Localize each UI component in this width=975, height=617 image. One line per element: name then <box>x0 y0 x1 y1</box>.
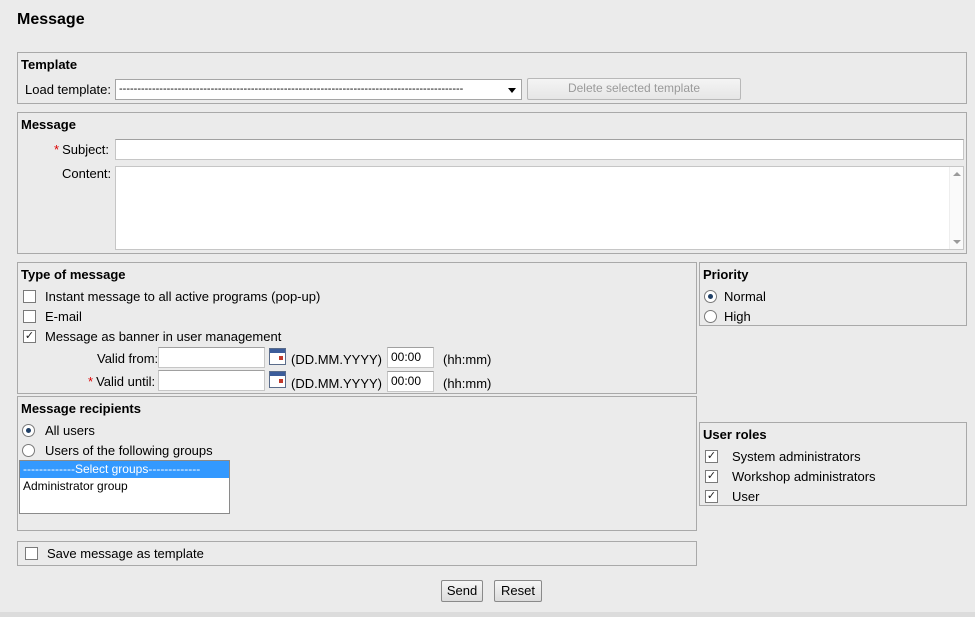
chevron-down-icon <box>508 88 516 93</box>
load-template-select[interactable]: ----------------------------------------… <box>115 79 522 100</box>
valid-from-time-format: (hh:mm) <box>443 352 492 367</box>
priority-section-title: Priority <box>703 267 749 282</box>
banner-checkbox[interactable]: ✓ <box>23 330 36 343</box>
groups-option-administrator[interactable]: Administrator group <box>20 478 229 495</box>
message-section: Message * Subject: Content: <box>17 112 967 254</box>
role-user-label: User <box>732 489 760 504</box>
template-section: Template Load template: ----------------… <box>17 52 967 104</box>
valid-until-date-format: (DD.MM.YYYY) <box>291 376 382 391</box>
banner-label: Message as banner in user management <box>45 329 282 344</box>
save-template-checkbox[interactable] <box>25 547 38 560</box>
valid-from-date-input[interactable] <box>158 347 265 368</box>
save-template-section: Save message as template <box>17 541 697 566</box>
content-label: Content: <box>62 166 112 181</box>
content-scrollbar[interactable] <box>949 167 963 249</box>
role-system-admin-label: System administrators <box>732 449 861 464</box>
load-template-label: Load template: <box>25 82 112 97</box>
priority-high-radio[interactable] <box>704 310 717 323</box>
role-user-checkbox[interactable]: ✓ <box>705 490 718 503</box>
scroll-down-icon[interactable] <box>953 240 961 244</box>
instant-message-label: Instant message to all active programs (… <box>45 289 321 304</box>
priority-normal-label: Normal <box>724 289 766 304</box>
priority-high-label: High <box>724 309 751 324</box>
valid-until-time-input[interactable]: 00:00 <box>387 371 434 392</box>
calendar-icon[interactable] <box>269 348 286 365</box>
type-section-title: Type of message <box>21 267 126 282</box>
valid-until-time-format: (hh:mm) <box>443 376 492 391</box>
group-users-radio[interactable] <box>22 444 35 457</box>
page-title: Message <box>17 11 85 28</box>
groups-option-select[interactable]: -------------Select groups------------- <box>20 461 229 478</box>
user-roles-section: User roles ✓ System administrators ✓ Wor… <box>699 422 967 506</box>
user-roles-section-title: User roles <box>703 427 767 442</box>
calendar-icon[interactable] <box>269 371 286 388</box>
role-system-admin-checkbox[interactable]: ✓ <box>705 450 718 463</box>
groups-listbox[interactable]: -------------Select groups------------- … <box>19 460 230 514</box>
subject-label: * Subject: <box>54 142 110 157</box>
valid-from-date-format: (DD.MM.YYYY) <box>291 352 382 367</box>
valid-until-label: * Valid until: <box>88 374 156 389</box>
save-template-label: Save message as template <box>47 546 204 561</box>
instant-message-checkbox[interactable] <box>23 290 36 303</box>
valid-until-date-input[interactable] <box>158 370 265 391</box>
group-users-label: Users of the following groups <box>45 443 213 458</box>
template-section-title: Template <box>21 57 78 72</box>
role-workshop-admin-checkbox[interactable]: ✓ <box>705 470 718 483</box>
valid-from-time-input[interactable]: 00:00 <box>387 347 434 368</box>
valid-from-label: Valid from: <box>97 351 159 366</box>
recipients-section: Message recipients All users Users of th… <box>17 396 697 531</box>
load-template-value: ----------------------------------------… <box>119 83 464 95</box>
role-workshop-admin-label: Workshop administrators <box>732 469 876 484</box>
priority-normal-radio[interactable] <box>704 290 717 303</box>
all-users-label: All users <box>45 423 95 438</box>
content-textarea[interactable] <box>115 166 964 250</box>
subject-input[interactable] <box>115 139 964 160</box>
message-section-title: Message <box>21 117 76 132</box>
priority-section: Priority Normal High <box>699 262 967 326</box>
bottom-border <box>0 612 975 617</box>
reset-button[interactable]: Reset <box>494 580 542 602</box>
required-marker: * <box>54 142 60 157</box>
email-checkbox[interactable] <box>23 310 36 323</box>
email-label: E-mail <box>45 309 82 324</box>
recipients-section-title: Message recipients <box>21 401 141 416</box>
send-button[interactable]: Send <box>441 580 483 602</box>
type-section: Type of message Instant message to all a… <box>17 262 697 394</box>
all-users-radio[interactable] <box>22 424 35 437</box>
delete-template-button[interactable]: Delete selected template <box>527 78 741 100</box>
required-marker: * <box>88 374 94 389</box>
scroll-up-icon[interactable] <box>953 172 961 176</box>
